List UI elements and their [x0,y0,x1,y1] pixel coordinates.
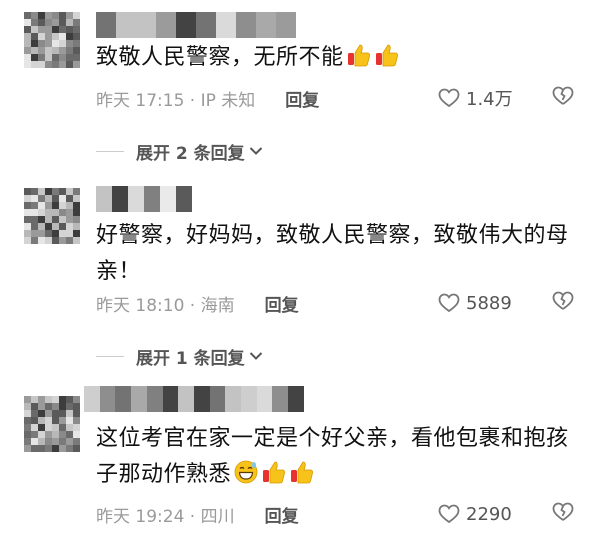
broken-heart-icon [552,502,574,521]
reply-button[interactable]: 回复 [265,291,299,316]
timestamp-location: 昨天 17:15 · IP 未知 [96,90,256,111]
dislike-button[interactable] [552,86,576,110]
expand-replies-label: 展开 1 条回复 [136,348,245,369]
broken-heart-icon [552,291,574,310]
broken-heart-icon [552,86,574,105]
grinning-sweat-icon [233,459,259,497]
thumbs-up-icon [374,42,400,80]
like-button[interactable]: 1.4万 [438,86,513,110]
avatar[interactable] [24,188,80,244]
username-redacted[interactable] [96,186,192,212]
like-count: 2290 [466,503,512,525]
heart-icon [438,504,460,524]
like-button[interactable]: 2290 [438,502,512,526]
like-count: 1.4万 [466,89,513,110]
like-count: 5889 [466,292,512,314]
expand-replies-label: 展开 2 条回复 [136,143,245,164]
username-redacted[interactable] [84,386,304,412]
reply-button[interactable]: 回复 [285,86,319,111]
heart-icon [438,293,460,313]
reply-button[interactable]: 回复 [265,502,299,527]
expand-replies-button[interactable]: 展开 1 条回复 [96,344,263,369]
chevron-down-icon [249,352,262,360]
comment-text: 致敬人民警察，无所不能 [96,40,576,80]
like-button[interactable]: 5889 [438,291,512,315]
comment-text: 这位考官在家一定是个好父亲，看他包裹和抱孩子那动作熟悉 [96,421,576,497]
avatar[interactable] [24,396,80,452]
dislike-button[interactable] [552,502,576,526]
thumbs-up-icon [346,42,372,80]
timestamp-location: 昨天 19:24 · 四川 [96,506,235,527]
dislike-button[interactable] [552,291,576,315]
thumbs-up-icon [289,459,315,497]
thumbs-up-icon [261,459,287,497]
chevron-down-icon [249,147,262,155]
timestamp-location: 昨天 18:10 · 海南 [96,295,235,316]
divider [96,355,124,357]
comment-text: 好警察，好妈妈，致敬人民警察，致敬伟大的母亲！ [96,223,569,284]
divider [96,150,124,152]
expand-replies-button[interactable]: 展开 2 条回复 [96,139,263,164]
heart-icon [438,88,460,108]
username-redacted[interactable] [96,12,296,38]
avatar[interactable] [24,12,80,68]
